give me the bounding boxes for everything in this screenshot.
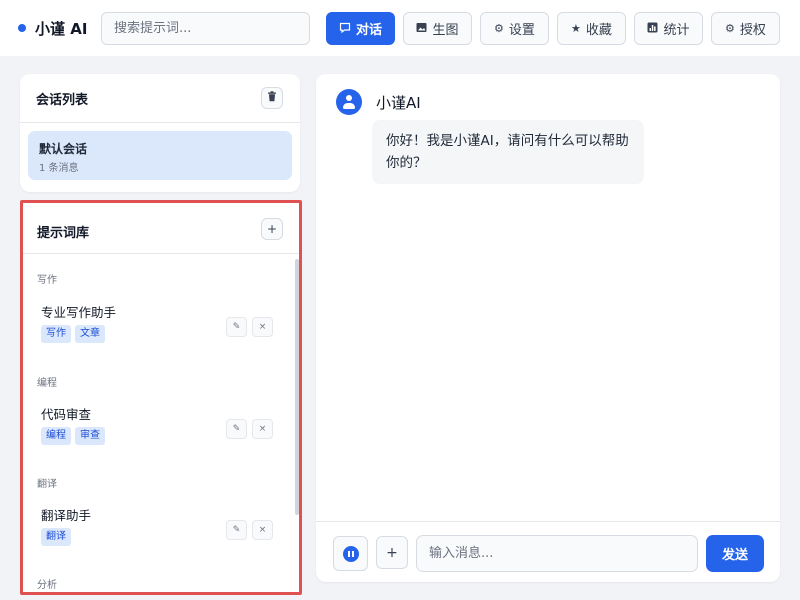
conversation-message-count: 1 条消息 xyxy=(39,163,79,174)
tab-favorites[interactable]: ★ 收藏 xyxy=(557,12,626,45)
prompt-item[interactable]: 专业写作助手 写作 文章 ✎ × xyxy=(35,298,287,360)
prompt-item[interactable]: 翻译助手 翻译 ✎ × xyxy=(35,501,287,563)
pencil-icon: ✎ xyxy=(232,322,241,332)
pause-icon xyxy=(343,546,359,562)
pencil-icon: ✎ xyxy=(232,525,241,535)
gear-icon: ⚙ xyxy=(494,22,504,35)
close-icon: × xyxy=(258,322,267,332)
brand-name: 小谨 AI xyxy=(35,19,88,38)
prompt-title: 代码审查 xyxy=(41,407,92,422)
tab-chat-label: 对话 xyxy=(355,23,382,38)
category-label: 分析 xyxy=(37,580,57,591)
conversation-title: 默认会话 xyxy=(39,142,88,156)
plus-icon: + xyxy=(386,544,398,561)
tag: 文章 xyxy=(75,325,105,343)
search-input[interactable] xyxy=(101,12,310,45)
tab-settings-label: 设置 xyxy=(508,23,535,38)
gear-icon: ⚙ xyxy=(725,22,735,35)
prompt-item[interactable]: 代码审查 编程 审查 ✎ × xyxy=(35,400,287,462)
edit-prompt-button[interactable]: ✎ xyxy=(226,419,247,439)
brand: 小谨 AI xyxy=(18,16,87,40)
category-label: 写作 xyxy=(37,275,57,286)
conversation-item[interactable]: 默认会话 1 条消息 xyxy=(28,131,292,180)
message-input[interactable] xyxy=(416,535,698,572)
image-icon xyxy=(416,22,427,35)
close-icon: × xyxy=(258,525,267,535)
chat-icon xyxy=(339,22,351,36)
divider xyxy=(20,122,300,123)
tab-stats-label: 统计 xyxy=(663,23,690,38)
brand-dot-icon xyxy=(18,24,26,32)
add-prompt-button[interactable]: + xyxy=(261,218,283,240)
trash-icon xyxy=(267,91,277,105)
close-icon: × xyxy=(258,424,267,434)
tag-list: 编程 审查 xyxy=(41,427,105,445)
tag-list: 翻译 xyxy=(41,528,71,546)
star-icon: ★ xyxy=(571,22,581,35)
tag: 审查 xyxy=(75,427,105,445)
tag: 翻译 xyxy=(41,528,71,546)
divider xyxy=(316,521,780,522)
top-header: 小谨 AI 对话 生图 ⚙ 设置 ★ 收藏 统计 ⚙ 授权 xyxy=(0,0,800,56)
edit-prompt-button[interactable]: ✎ xyxy=(226,317,247,337)
prompt-library-title: 提示词库 xyxy=(37,226,90,241)
bot-avatar-icon xyxy=(336,89,362,115)
prompt-title: 专业写作助手 xyxy=(41,305,117,320)
send-button[interactable]: 发送 xyxy=(706,535,764,572)
tag-list: 写作 文章 xyxy=(41,325,105,343)
tab-license[interactable]: ⚙ 授权 xyxy=(711,12,780,45)
divider xyxy=(23,253,299,254)
tag: 写作 xyxy=(41,325,71,343)
attach-button[interactable]: + xyxy=(376,536,408,569)
tab-favorites-label: 收藏 xyxy=(585,23,612,38)
prompt-library-panel: 提示词库 + 写作 专业写作助手 写作 文章 ✎ × 编程 代码审查 编程 审查… xyxy=(20,200,302,595)
scrollbar[interactable] xyxy=(295,259,299,515)
assistant-message: 你好！我是小谨AI，请问有什么可以帮助你的？ xyxy=(372,120,644,184)
category-label: 编程 xyxy=(37,378,57,389)
pause-button[interactable] xyxy=(333,536,368,571)
tag: 编程 xyxy=(41,427,71,445)
category-label: 翻译 xyxy=(37,479,57,490)
bot-name: 小谨AI xyxy=(376,94,421,112)
tab-license-label: 授权 xyxy=(739,23,766,38)
tab-chat[interactable]: 对话 xyxy=(326,12,395,45)
pencil-icon: ✎ xyxy=(232,424,241,434)
delete-prompt-button[interactable]: × xyxy=(252,419,273,439)
tab-stats[interactable]: 统计 xyxy=(634,12,703,45)
tab-image-gen-label: 生图 xyxy=(432,23,459,38)
delete-conversation-button[interactable] xyxy=(261,87,283,109)
prompt-list[interactable]: 写作 专业写作助手 写作 文章 ✎ × 编程 代码审查 编程 审查 ✎ × 翻译… xyxy=(23,257,299,592)
tab-image-gen[interactable]: 生图 xyxy=(403,12,472,45)
prompt-title: 翻译助手 xyxy=(41,508,92,523)
delete-prompt-button[interactable]: × xyxy=(252,317,273,337)
conversation-list-title: 会话列表 xyxy=(36,93,89,108)
plus-icon: + xyxy=(266,222,278,236)
edit-prompt-button[interactable]: ✎ xyxy=(226,520,247,540)
delete-prompt-button[interactable]: × xyxy=(252,520,273,540)
chart-icon xyxy=(647,22,658,35)
tab-settings[interactable]: ⚙ 设置 xyxy=(480,12,549,45)
